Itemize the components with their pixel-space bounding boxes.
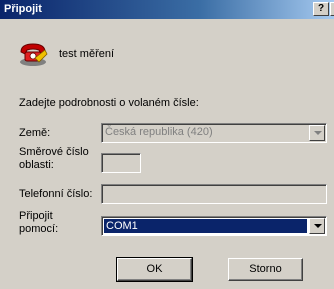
prompt-text: Zadejte podrobnosti o volaném čísle: — [19, 97, 199, 109]
chevron-down-icon[interactable] — [309, 125, 325, 141]
area-code-input[interactable] — [101, 153, 141, 173]
window-title: Připojit — [4, 3, 42, 15]
cancel-button[interactable]: Storno — [228, 258, 303, 281]
country-value: Česká republika (420) — [105, 126, 213, 138]
help-button[interactable]: ? — [313, 2, 329, 16]
close-button[interactable]: × — [330, 2, 334, 16]
country-select[interactable]: Česká republika (420) — [101, 123, 327, 143]
area-code-label-line2: oblasti: — [19, 159, 54, 171]
connect-using-label-line1: Připojit — [19, 210, 53, 222]
connect-using-value: COM1 — [106, 220, 138, 232]
title-bar: Připojit ? × — [0, 0, 334, 19]
connect-using-select[interactable]: COM1 — [101, 216, 327, 236]
phone-icon — [20, 43, 48, 66]
connection-name: test měření — [59, 48, 115, 60]
connect-using-label-line2: pomocí: — [19, 223, 59, 235]
ok-button[interactable]: OK — [116, 257, 193, 282]
connect-dialog: Připojit ? × test měření Zadejte podrobn… — [0, 0, 334, 289]
connect-using-highlight: COM1 — [104, 219, 307, 233]
chevron-down-icon[interactable] — [309, 218, 325, 234]
phone-number-label: Telefonní číslo: — [19, 188, 93, 200]
phone-number-input[interactable] — [101, 184, 327, 204]
area-code-label-line1: Směrové číslo — [19, 146, 89, 158]
country-label: Země: — [19, 127, 51, 139]
